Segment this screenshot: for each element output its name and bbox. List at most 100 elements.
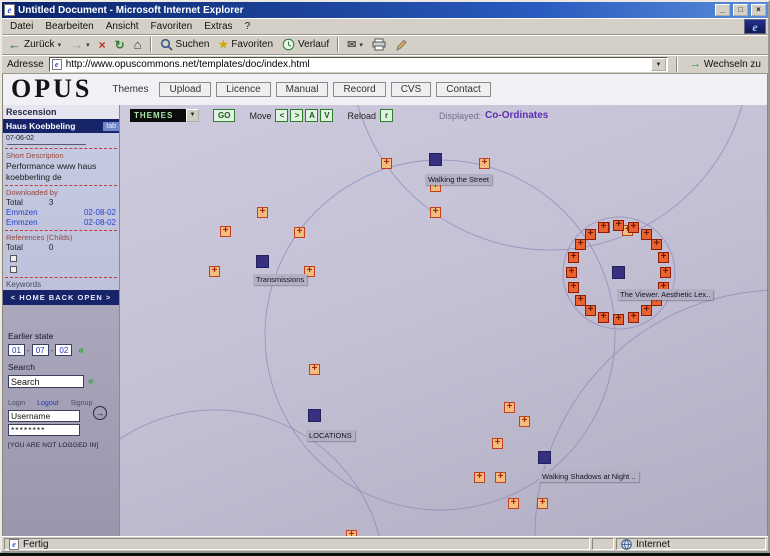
themes-dropdown-arrow[interactable]: ▼	[186, 109, 199, 122]
password-field[interactable]	[8, 424, 80, 436]
edit-button[interactable]	[391, 37, 411, 52]
search-button[interactable]: Suchen	[156, 37, 214, 52]
plus-marker[interactable]: +	[209, 266, 220, 277]
reload-button[interactable]: r	[380, 109, 393, 122]
ring-marker[interactable]: +	[628, 312, 639, 323]
theme-node[interactable]	[612, 266, 625, 279]
ring-marker[interactable]: +	[613, 314, 624, 325]
nav-themes[interactable]: Themes	[106, 83, 154, 96]
username-field[interactable]	[8, 410, 80, 422]
ring-marker[interactable]: +	[575, 239, 586, 250]
earlier-state-go-icon[interactable]: «	[78, 345, 84, 356]
plus-marker[interactable]: +	[309, 364, 320, 375]
logout-link[interactable]: Logout	[37, 400, 58, 407]
home-button[interactable]: ⌂	[130, 38, 146, 52]
plus-marker[interactable]: +	[479, 158, 490, 169]
theme-node[interactable]	[429, 153, 442, 166]
move-left-button[interactable]: <	[275, 109, 288, 122]
plus-marker[interactable]: +	[294, 227, 305, 238]
plus-marker[interactable]: +	[474, 472, 485, 483]
history-button[interactable]: Verlauf	[278, 37, 333, 52]
ring-marker[interactable]: +	[651, 239, 662, 250]
node-label[interactable]: LOCATIONS	[306, 430, 355, 441]
forward-button[interactable]: → ▾	[66, 38, 94, 52]
close-button[interactable]: ×	[751, 4, 766, 16]
maximize-button[interactable]: □	[733, 4, 748, 16]
node-label[interactable]: The Viewer. Aesthetic Lex..	[617, 289, 713, 300]
download-user-link[interactable]: Emmzen	[6, 208, 38, 217]
ring-marker[interactable]: +	[598, 312, 609, 323]
wechseln-zu-button[interactable]: → Wechseln zu	[686, 58, 765, 70]
theme-node[interactable]	[538, 451, 551, 464]
ring-marker[interactable]: +	[568, 282, 579, 293]
move-right-button[interactable]: >	[290, 109, 303, 122]
plus-marker[interactable]: +	[508, 498, 519, 509]
nav-upload[interactable]: Upload	[159, 82, 211, 97]
forward-history-chevron[interactable]: ▾	[86, 41, 90, 49]
go-button[interactable]: GO	[213, 109, 235, 122]
ring-marker[interactable]: +	[641, 305, 652, 316]
print-button[interactable]	[368, 37, 390, 52]
stop-button[interactable]: ×	[95, 38, 110, 52]
reference-checkbox[interactable]	[10, 266, 17, 273]
plus-marker[interactable]: +	[504, 402, 515, 413]
ring-marker[interactable]: +	[585, 305, 596, 316]
refresh-button[interactable]: ↻	[111, 38, 129, 52]
search-go-icon[interactable]: «	[88, 376, 94, 387]
node-label[interactable]: Walking Shadows at Night ..	[539, 471, 639, 482]
theme-node[interactable]	[308, 409, 321, 422]
menu-ansicht[interactable]: Ansicht	[100, 19, 145, 34]
nav-contact[interactable]: Contact	[436, 82, 490, 97]
ring-marker[interactable]: +	[628, 222, 639, 233]
mail-button[interactable]: ✉ ▾	[343, 38, 367, 52]
reference-checkbox[interactable]	[10, 255, 17, 262]
tab-link[interactable]: tab	[103, 122, 119, 131]
login-link[interactable]: Login	[8, 400, 25, 407]
mail-chevron[interactable]: ▾	[359, 41, 363, 49]
node-label[interactable]: Walking the Street	[425, 174, 492, 185]
minimize-button[interactable]: _	[715, 4, 730, 16]
ring-marker[interactable]: +	[660, 267, 671, 278]
login-submit-button[interactable]: →	[93, 406, 107, 420]
home-back-open-bar[interactable]: < HOME BACK OPEN >	[3, 290, 119, 305]
favorites-button[interactable]: ★ Favoriten	[214, 38, 277, 52]
plus-marker[interactable]: +	[492, 438, 503, 449]
menu-hilfe[interactable]: ?	[239, 19, 257, 34]
ring-marker[interactable]: +	[613, 220, 624, 231]
date-day-field[interactable]	[8, 344, 25, 356]
search-input[interactable]	[8, 375, 84, 388]
theme-node[interactable]	[256, 255, 269, 268]
date-year-field[interactable]	[55, 344, 72, 356]
ring-marker[interactable]: +	[575, 295, 586, 306]
address-dropdown-button[interactable]: ▼	[651, 58, 666, 71]
plus-marker[interactable]: +	[519, 416, 530, 427]
plus-marker[interactable]: +	[257, 207, 268, 218]
menu-extras[interactable]: Extras	[198, 19, 238, 34]
menu-bearbeiten[interactable]: Bearbeiten	[39, 19, 99, 34]
ring-marker[interactable]: +	[658, 252, 669, 263]
move-up-button[interactable]: A	[305, 109, 318, 122]
signup-link[interactable]: Signup	[71, 400, 93, 407]
themes-dropdown[interactable]: THEMES	[130, 109, 186, 122]
node-label[interactable]: Transmissions	[253, 274, 307, 285]
plus-marker[interactable]: +	[537, 498, 548, 509]
move-down-button[interactable]: V	[320, 109, 333, 122]
date-month-field[interactable]	[32, 344, 49, 356]
menu-favoriten[interactable]: Favoriten	[145, 19, 199, 34]
plus-marker[interactable]: +	[430, 207, 441, 218]
back-history-chevron[interactable]: ▾	[58, 41, 62, 49]
plus-marker[interactable]: +	[381, 158, 392, 169]
ring-marker[interactable]: +	[566, 267, 577, 278]
url-text[interactable]: http://www.opuscommons.net/templates/doc…	[66, 59, 647, 70]
ring-marker[interactable]: +	[568, 252, 579, 263]
menu-datei[interactable]: Datei	[4, 19, 39, 34]
nav-cvs[interactable]: CVS	[391, 82, 432, 97]
plus-marker[interactable]: +	[495, 472, 506, 483]
back-button[interactable]: ← Zurück ▾	[4, 38, 65, 52]
ring-marker[interactable]: +	[585, 229, 596, 240]
ring-marker[interactable]: +	[598, 222, 609, 233]
address-input[interactable]: e http://www.opuscommons.net/templates/d…	[49, 57, 668, 72]
plus-marker[interactable]: +	[220, 226, 231, 237]
nav-licence[interactable]: Licence	[216, 82, 270, 97]
nav-manual[interactable]: Manual	[276, 82, 329, 97]
